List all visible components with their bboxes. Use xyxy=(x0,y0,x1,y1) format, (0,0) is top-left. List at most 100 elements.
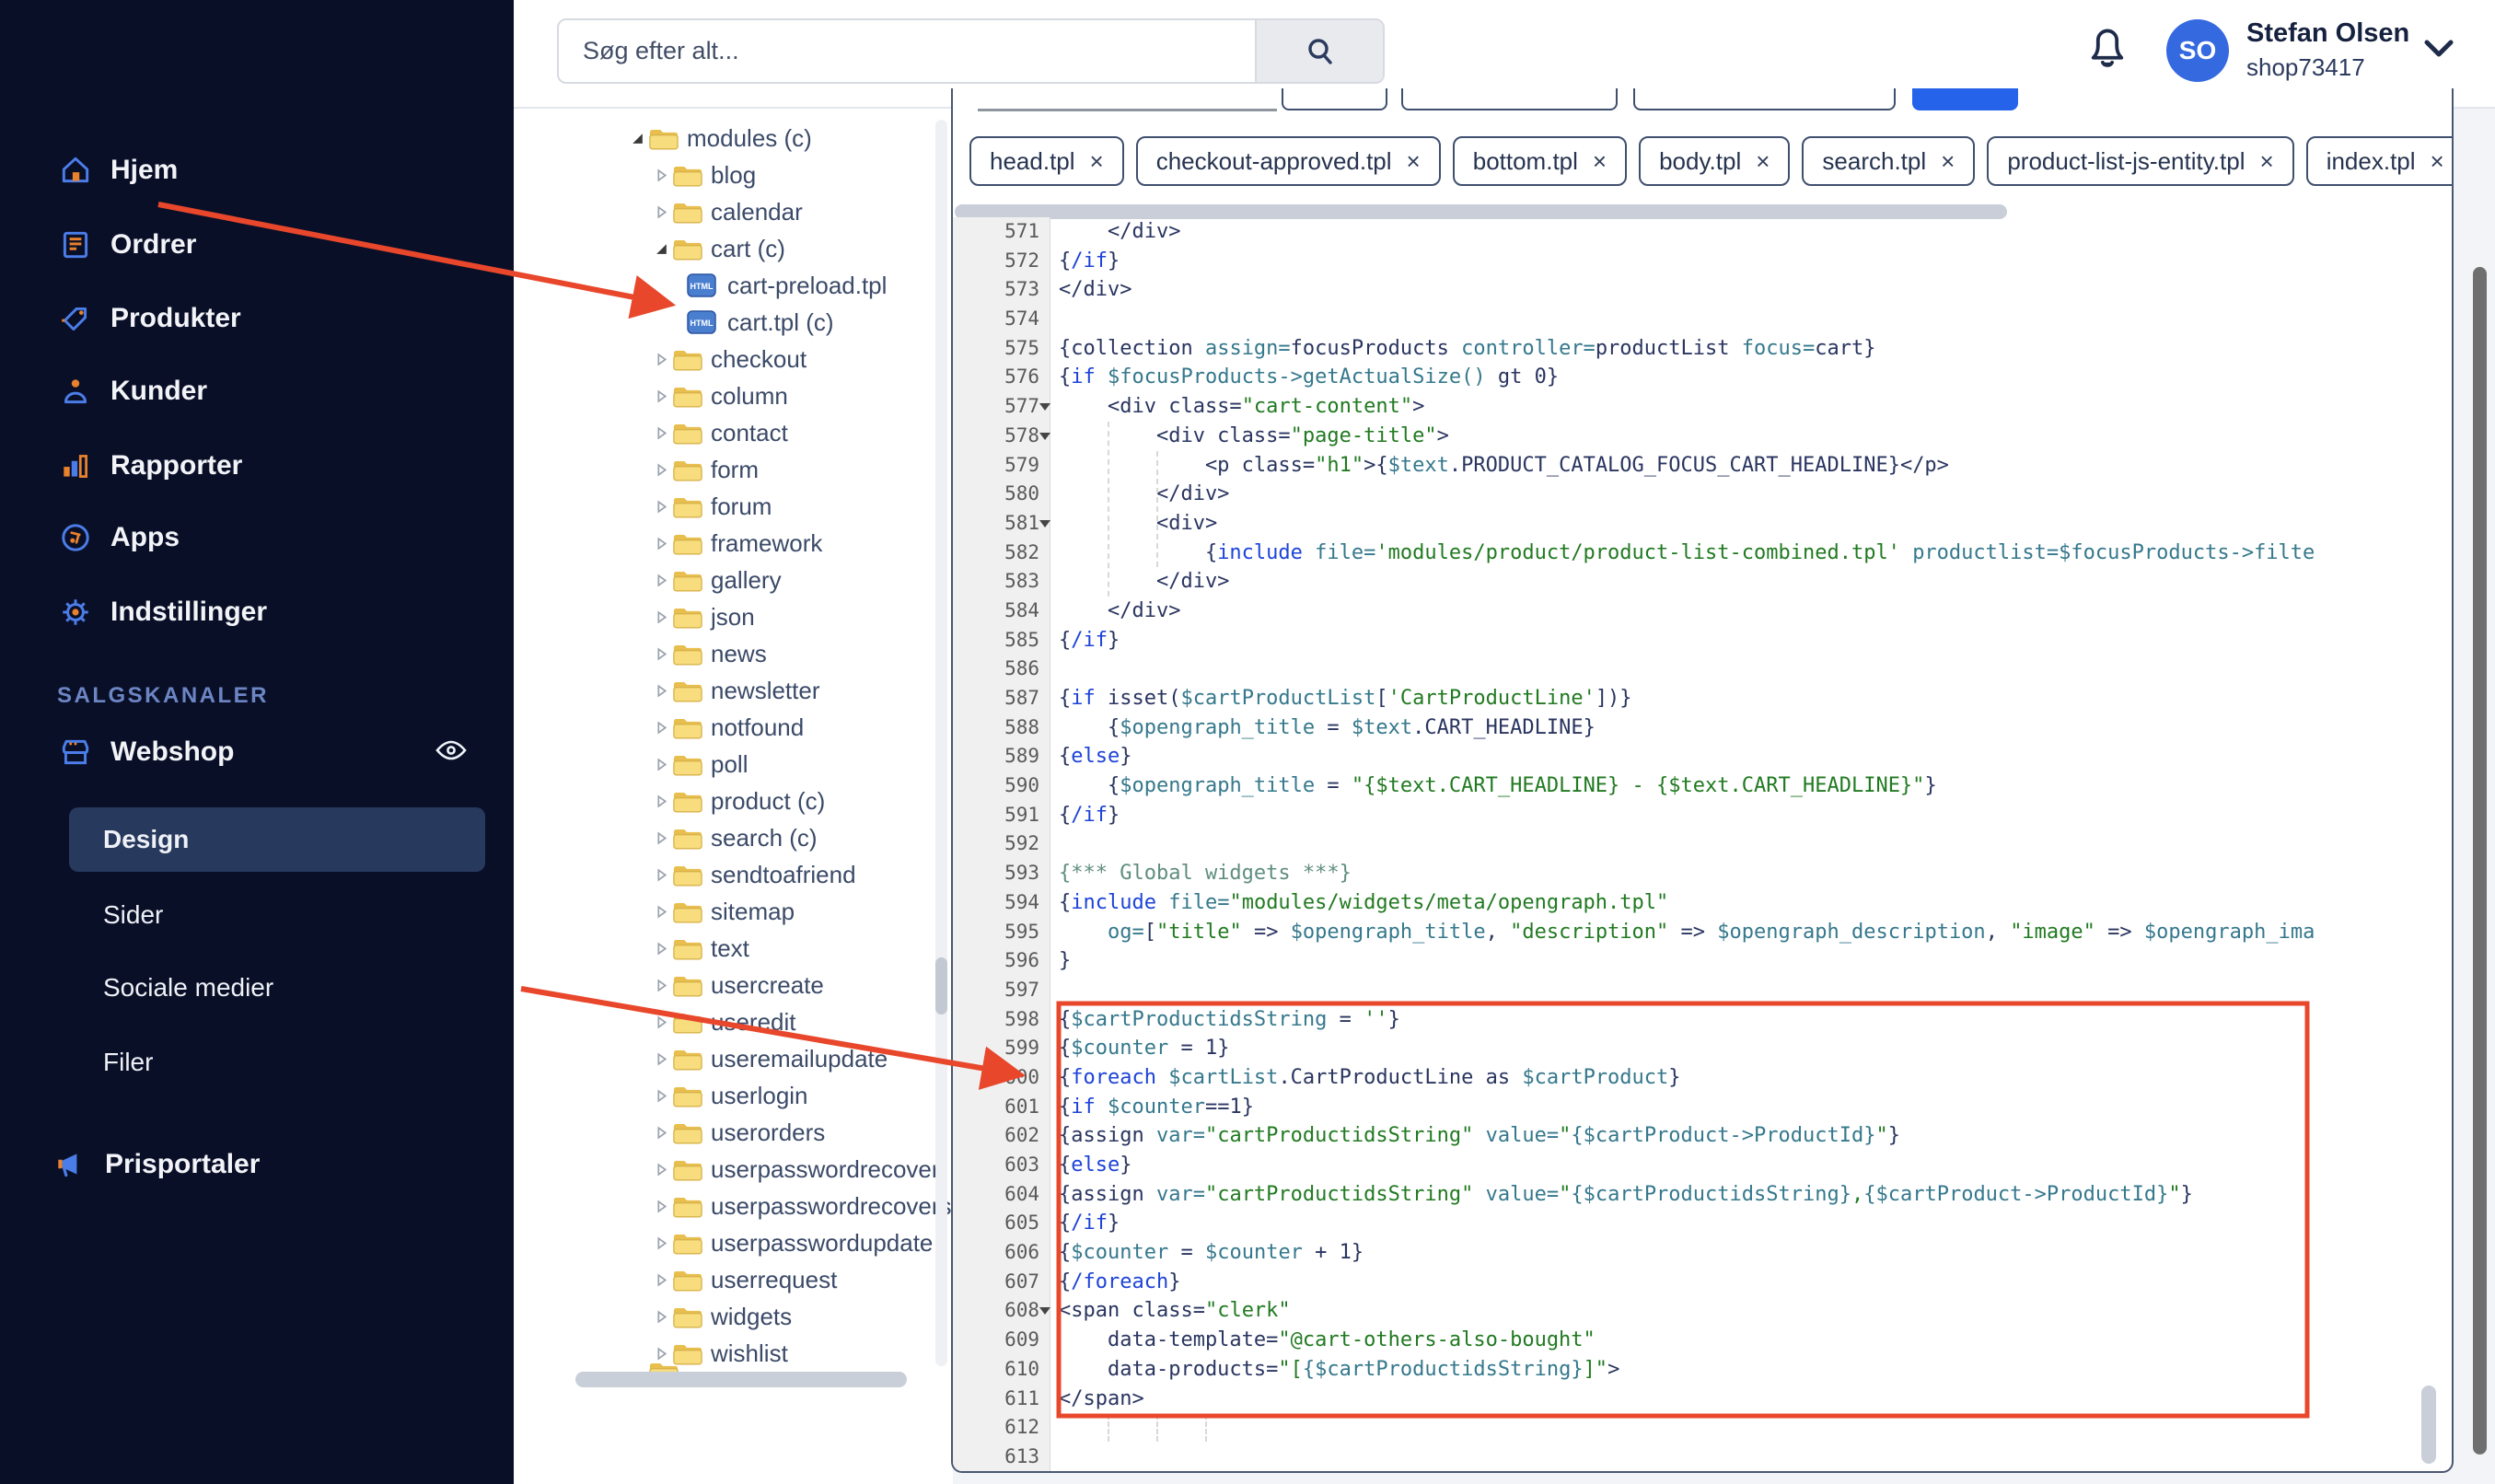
code-line-612[interactable]: 612 xyxy=(953,1413,2452,1443)
sidebar-item-rapporter[interactable]: Rapporter xyxy=(57,447,242,484)
code-line-596[interactable]: 596} xyxy=(953,946,2452,976)
code-line-610[interactable]: 610 data-products="[{$cartProductidsStri… xyxy=(953,1355,2452,1385)
expanded-icon[interactable] xyxy=(654,241,669,261)
code-line-607[interactable]: 607{/foreach} xyxy=(953,1268,2452,1297)
collapsed-icon[interactable] xyxy=(654,904,669,924)
code-line-594[interactable]: 594{include file="modules/widgets/meta/o… xyxy=(953,888,2452,918)
code-line-605[interactable]: 605{/if} xyxy=(953,1209,2452,1238)
collapsed-icon[interactable] xyxy=(654,683,669,703)
code-line-582[interactable]: 582 {include file='modules/product/produ… xyxy=(953,539,2452,568)
collapsed-icon[interactable] xyxy=(654,536,669,556)
toolbar-primary-button-partial[interactable] xyxy=(1912,88,2018,110)
collapsed-icon[interactable] xyxy=(654,941,669,961)
collapsed-icon[interactable] xyxy=(654,1199,669,1219)
collapsed-icon[interactable] xyxy=(654,1014,669,1035)
code-line-613[interactable]: 613 xyxy=(953,1443,2452,1472)
toolbar-button-partial[interactable] xyxy=(1401,88,1618,110)
code-line-580[interactable]: 580 </div> xyxy=(953,480,2452,509)
code-line-572[interactable]: 572{/if} xyxy=(953,247,2452,276)
sidebar-item-filer[interactable]: Filer xyxy=(103,1044,153,1081)
code-line-586[interactable]: 586 xyxy=(953,655,2452,684)
code-editor[interactable]: 571 </div>572{/if}573</div>574575{collec… xyxy=(953,217,2452,1472)
code-line-606[interactable]: 606{$counter = $counter + 1} xyxy=(953,1238,2452,1268)
close-icon[interactable]: × xyxy=(1090,147,1104,176)
code-line-595[interactable]: 595 og=["title" => $opengraph_title, "de… xyxy=(953,918,2452,947)
collapsed-icon[interactable] xyxy=(654,204,669,225)
sidebar-item-hjem[interactable]: Hjem xyxy=(57,152,178,189)
collapsed-icon[interactable] xyxy=(654,1162,669,1182)
tab-body-tpl[interactable]: body.tpl× xyxy=(1639,136,1790,186)
sidebar-item-sider[interactable]: Sider xyxy=(103,897,163,933)
collapsed-icon[interactable] xyxy=(654,388,669,409)
collapsed-icon[interactable] xyxy=(654,867,669,887)
page-scrollbar[interactable] xyxy=(2473,267,2487,1455)
collapsed-icon[interactable] xyxy=(654,1235,669,1256)
sidebar-item-webshop[interactable]: Webshop xyxy=(57,734,234,771)
tab-head-tpl[interactable]: head.tpl× xyxy=(969,136,1124,186)
editor-vertical-scrollbar[interactable] xyxy=(2421,1385,2436,1464)
avatar[interactable]: SO xyxy=(2166,19,2229,82)
collapsed-icon[interactable] xyxy=(654,352,669,372)
eye-icon[interactable] xyxy=(435,739,468,766)
code-line-598[interactable]: 598{$cartProductidsString = ''} xyxy=(953,1005,2452,1035)
code-line-608[interactable]: 608<span class="clerk" xyxy=(953,1296,2452,1326)
collapsed-icon[interactable] xyxy=(654,462,669,482)
code-line-584[interactable]: 584 </div> xyxy=(953,597,2452,626)
toolbar-input-partial[interactable] xyxy=(978,88,1277,111)
toolbar-button-partial[interactable] xyxy=(1633,88,1896,110)
sidebar-item-ordrer[interactable]: Ordrer xyxy=(57,226,196,263)
code-line-591[interactable]: 591{/if} xyxy=(953,801,2452,830)
collapsed-icon[interactable] xyxy=(654,646,669,667)
close-icon[interactable]: × xyxy=(1941,147,1955,176)
sidebar-item-indstillinger[interactable]: Indstillinger xyxy=(57,594,267,631)
code-line-604[interactable]: 604{assign var="cartProductidsString" va… xyxy=(953,1180,2452,1210)
code-line-588[interactable]: 588 {$opengraph_title = $text.CART_HEADL… xyxy=(953,713,2452,743)
collapsed-icon[interactable] xyxy=(654,720,669,740)
tab-index-tpl[interactable]: index.tpl× xyxy=(2306,136,2454,186)
collapsed-icon[interactable] xyxy=(654,1051,669,1072)
collapsed-icon[interactable] xyxy=(654,425,669,446)
tab-bottom-tpl[interactable]: bottom.tpl× xyxy=(1453,136,1627,186)
code-line-599[interactable]: 599{$counter = 1} xyxy=(953,1034,2452,1063)
chevron-down-icon[interactable] xyxy=(2421,37,2456,65)
code-line-587[interactable]: 587{if isset($cartProductList['CartProdu… xyxy=(953,684,2452,713)
collapsed-icon[interactable] xyxy=(654,978,669,998)
code-line-574[interactable]: 574 xyxy=(953,305,2452,334)
code-line-581[interactable]: 581 <div> xyxy=(953,509,2452,539)
collapsed-icon[interactable] xyxy=(654,609,669,630)
sidebar-item-sociale-medier[interactable]: Sociale medier xyxy=(103,969,273,1006)
collapsed-icon[interactable] xyxy=(654,1125,669,1145)
expanded-icon[interactable] xyxy=(630,131,645,151)
collapsed-icon[interactable] xyxy=(654,830,669,851)
collapsed-icon[interactable] xyxy=(654,573,669,593)
code-line-571[interactable]: 571 </div> xyxy=(953,217,2452,247)
code-line-579[interactable]: 579 <p class="h1">{$text.PRODUCT_CATALOG… xyxy=(953,451,2452,481)
search-button[interactable] xyxy=(1255,20,1383,82)
close-icon[interactable]: × xyxy=(1593,147,1607,176)
sidebar-item-apps[interactable]: Apps xyxy=(57,519,180,556)
code-line-589[interactable]: 589{else} xyxy=(953,742,2452,771)
sidebar-item-prisportaler[interactable]: Prisportaler xyxy=(52,1146,260,1183)
collapsed-icon[interactable] xyxy=(654,499,669,519)
tab-product-list-js-entity-tpl[interactable]: product-list-js-entity.tpl× xyxy=(1987,136,2293,186)
code-line-577[interactable]: 577 <div class="cart-content"> xyxy=(953,392,2452,422)
close-icon[interactable]: × xyxy=(1756,147,1770,176)
sidebar-item-kunder[interactable]: Kunder xyxy=(57,373,207,410)
code-line-592[interactable]: 592 xyxy=(953,829,2452,859)
tree-horizontal-scrollbar[interactable] xyxy=(575,1372,907,1387)
toolbar-button-partial[interactable] xyxy=(1282,88,1387,110)
code-line-573[interactable]: 573</div> xyxy=(953,275,2452,305)
code-line-585[interactable]: 585{/if} xyxy=(953,626,2452,655)
sidebar-item-design[interactable]: Design xyxy=(103,807,189,872)
code-line-609[interactable]: 609 data-template="@cart-others-also-bou… xyxy=(953,1326,2452,1355)
code-line-583[interactable]: 583 </div> xyxy=(953,567,2452,597)
bell-icon[interactable] xyxy=(2083,20,2131,76)
close-icon[interactable]: × xyxy=(2260,147,2274,176)
code-line-600[interactable]: 600{foreach $cartList.CartProductLine as… xyxy=(953,1063,2452,1093)
code-line-601[interactable]: 601{if $counter==1} xyxy=(953,1093,2452,1122)
collapsed-icon[interactable] xyxy=(654,1088,669,1108)
code-line-602[interactable]: 602{assign var="cartProductidsString" va… xyxy=(953,1121,2452,1151)
collapsed-icon[interactable] xyxy=(654,757,669,777)
tab-search-tpl[interactable]: search.tpl× xyxy=(1802,136,1975,186)
collapsed-icon[interactable] xyxy=(654,794,669,814)
